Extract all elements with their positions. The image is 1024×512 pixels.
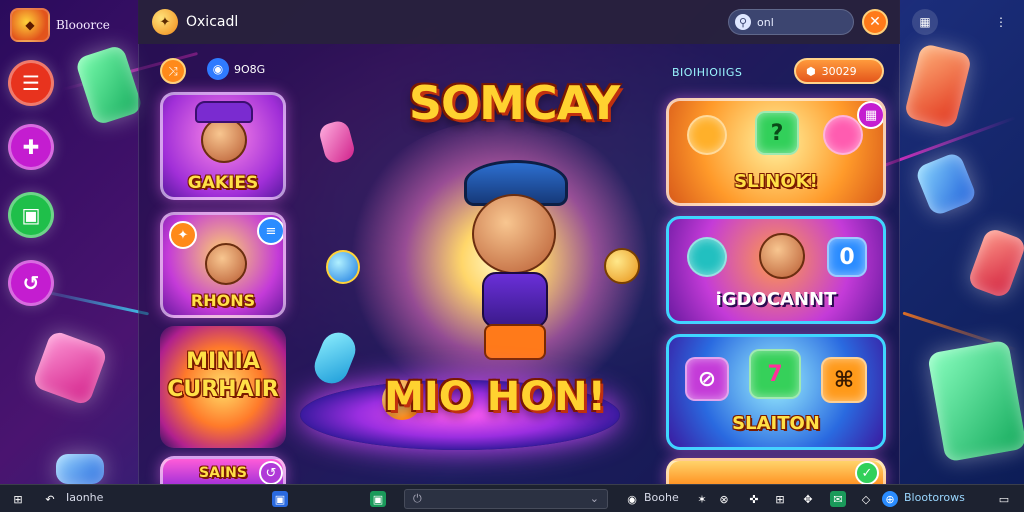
- shuffle-icon: ⤨: [168, 63, 178, 78]
- right-rail: ▦ ⋮: [900, 0, 1024, 484]
- rail-controller-button[interactable]: ▣: [8, 192, 54, 238]
- tray-icon-7[interactable]: ◇: [858, 491, 874, 507]
- tray-icon-2[interactable]: ⊗: [716, 491, 732, 507]
- close-icon: ✕: [869, 14, 881, 30]
- character-hat: [195, 101, 253, 123]
- more-button[interactable]: ⋮: [988, 9, 1014, 35]
- search-icon: ⚲: [735, 14, 751, 30]
- tray-icon-3[interactable]: ✜: [746, 491, 762, 507]
- puzzle-icon: ✚: [22, 135, 40, 159]
- menu-icon: ☰: [22, 71, 40, 95]
- card-label: iGDOCANNT: [715, 289, 837, 310]
- blue-gem: [56, 454, 104, 484]
- green-gem: [74, 43, 144, 127]
- toolbar-count: 9O8G: [234, 63, 266, 76]
- taskbar-status-label[interactable]: Boohe: [644, 491, 679, 504]
- search-value: onl: [757, 15, 774, 29]
- card-badge-right[interactable]: ≡: [257, 217, 283, 245]
- card-badge-right[interactable]: ▦: [857, 101, 883, 129]
- floating-coin: [604, 248, 640, 284]
- taskbar: ⊞ ↶ Iaonhe ▣ ▣ ⏻ ⌄ ◉ Boohe ✶ ⊗ ✜ ⊞ ✥ ✉ ◇…: [0, 484, 1024, 512]
- hero-character: [446, 150, 586, 380]
- windows-icon[interactable]: ⊞: [10, 491, 26, 507]
- settings-button[interactable]: ▦: [912, 9, 938, 35]
- game-card-sains[interactable]: ↺ SAINS: [160, 456, 286, 486]
- tray-icon-4[interactable]: ⊞: [772, 491, 788, 507]
- green-tile: ?: [755, 111, 799, 155]
- rail-puzzle-button[interactable]: ✚: [8, 124, 54, 170]
- card-label: SAINS: [199, 465, 247, 481]
- game-card-rhons[interactable]: ✦ ≡ RHONS: [160, 212, 286, 318]
- character-body: [482, 272, 548, 328]
- rail-refresh-button[interactable]: ↺: [8, 260, 54, 306]
- tray-icon-5[interactable]: ✥: [800, 491, 816, 507]
- character-avatar: [759, 233, 805, 279]
- app-icon: ✦: [152, 9, 178, 35]
- coin-counter[interactable]: ⬢ 30029: [794, 58, 884, 84]
- card-label: GAKIES: [187, 173, 259, 193]
- window-title: Oxicadl: [186, 14, 239, 30]
- purple-tile: ⊘: [685, 357, 729, 401]
- character-avatar: [205, 243, 247, 285]
- tray-icon-8[interactable]: ⊕: [882, 491, 898, 507]
- card-badge-right[interactable]: ✓: [855, 461, 879, 485]
- orange-tile: ⌘: [821, 357, 867, 403]
- refresh-icon: ↺: [22, 271, 40, 295]
- taskbar-label-left[interactable]: Iaonhe: [66, 491, 103, 504]
- tray-icon-6[interactable]: ✉: [830, 491, 846, 507]
- left-rail: ◆ Blooorce ☰ ✚ ▣ ↺: [0, 0, 144, 484]
- search-field[interactable]: ⚲ onl: [728, 9, 854, 35]
- taskbar-search-field[interactable]: ⏻ ⌄: [404, 489, 608, 509]
- green-tile: 7: [749, 349, 801, 399]
- right-card-igdocannt[interactable]: 0 iGDOCANNT: [666, 216, 886, 324]
- brand-name: Blooorce: [56, 18, 110, 32]
- game-card-gakies[interactable]: GAKIES: [160, 92, 286, 200]
- coin-icon: ⬢: [806, 64, 816, 78]
- controller-icon: ▣: [21, 203, 41, 227]
- blue-tile: 0: [827, 237, 867, 277]
- grid-icon: ▦: [919, 15, 931, 29]
- tool-globe-button[interactable]: ◉: [207, 58, 229, 80]
- status-icon[interactable]: ◉: [624, 491, 640, 507]
- kebab-menu-icon: ⋮: [995, 15, 1007, 29]
- chevron-down-icon: ⌄: [589, 492, 599, 505]
- character-face: [472, 194, 556, 274]
- power-icon: ⏻: [413, 492, 422, 505]
- brand-logo-icon: ◆: [10, 8, 50, 42]
- globe-icon: ◉: [212, 62, 224, 76]
- candy-tile: [687, 115, 727, 155]
- red-gem: [903, 42, 973, 130]
- pink-tile: [823, 115, 863, 155]
- game-card-minia[interactable]: MINIA CURHAIR: [160, 326, 286, 448]
- rail-menu-button[interactable]: ☰: [8, 60, 54, 106]
- close-button[interactable]: ✕: [862, 9, 888, 35]
- floating-coin: [326, 250, 360, 284]
- green-gem: [927, 339, 1024, 463]
- hero-title: SOMCAY: [408, 76, 620, 130]
- chat-icon[interactable]: ▭: [996, 491, 1012, 507]
- pink-gem: [31, 329, 109, 407]
- card-badge-left: ✦: [169, 221, 197, 249]
- tool-shuffle-button[interactable]: ⤨: [160, 58, 186, 84]
- card-label: SLINOK!: [734, 171, 818, 192]
- back-icon[interactable]: ↶: [42, 491, 58, 507]
- play-now-button[interactable]: MIO HON!: [378, 374, 612, 420]
- brand[interactable]: ◆ Blooorce: [10, 8, 110, 42]
- taskbar-label-right[interactable]: Blootorows: [904, 491, 965, 504]
- app-icon-green[interactable]: ▣: [370, 491, 386, 507]
- coin-value: 30029: [821, 64, 857, 78]
- right-card-slaiton[interactable]: ⊘ 7 ⌘ SLAITON: [666, 334, 886, 450]
- section-label: BIOIHIOIIGS: [672, 66, 743, 79]
- blue-gem: [914, 150, 978, 218]
- card-label: SLAITON: [732, 413, 820, 434]
- character-legs: [484, 324, 546, 360]
- character-avatar: [201, 117, 247, 163]
- card-label: RHONS: [190, 291, 256, 310]
- card-label: MINIA CURHAIR: [167, 349, 279, 402]
- teal-orb: [687, 237, 727, 277]
- red-gem: [966, 226, 1024, 300]
- tray-icon-1[interactable]: ✶: [694, 491, 710, 507]
- app-icon-blue[interactable]: ▣: [272, 491, 288, 507]
- right-card-slinok[interactable]: ▦ ? SLINOK!: [666, 98, 886, 206]
